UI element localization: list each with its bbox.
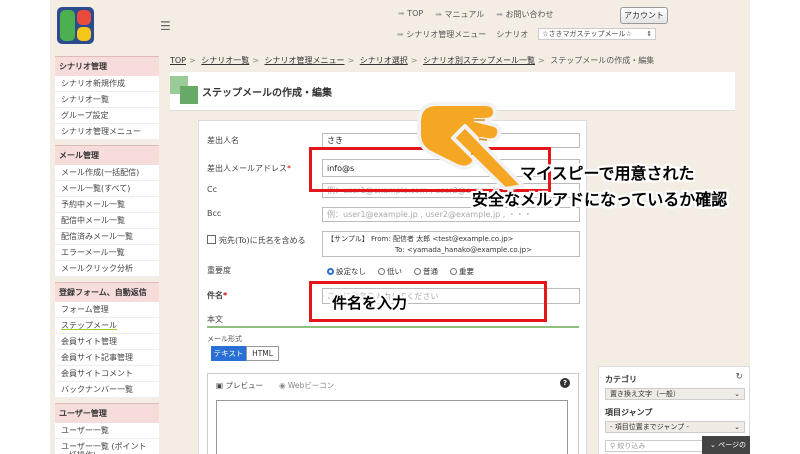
scenario-select-value: ☆さきマガステップメール☆ xyxy=(542,30,632,38)
priority-option-low[interactable]: 低い xyxy=(378,266,402,277)
app-window: ☰ TOP マニュアル お問い合わせ アカウント シナリオ管理メニュー シナリオ… xyxy=(50,0,750,454)
breadcrumb-scenario-list[interactable]: シナリオ一覧 xyxy=(201,56,249,65)
jump-select[interactable]: - 項目位置までジャンプ - ⌄ xyxy=(605,421,745,433)
chevron-updown-icon: ⇕ xyxy=(646,30,653,38)
annotation-email-line2: 安全なメルアドになっているか確認 xyxy=(472,190,728,209)
sidebar-section-users: ユーザー管理 xyxy=(55,403,159,423)
sample-to: To: <yamada_hanako@example.co.jp> xyxy=(395,246,532,254)
preview-button[interactable]: ▣ プレビュー xyxy=(216,380,263,391)
format-html-tab[interactable]: HTML xyxy=(246,346,279,361)
preview-icon: ▣ xyxy=(216,381,224,390)
mail-format-label: メール形式 xyxy=(207,335,242,343)
nav-link-top[interactable]: TOP xyxy=(398,9,423,20)
mail-body-textarea[interactable] xyxy=(216,400,568,454)
bcc-label: Bcc xyxy=(207,209,222,218)
page-jump-button[interactable]: ⌄ ページの xyxy=(702,436,750,454)
sidebar-item-step-mail[interactable]: ステップメール xyxy=(55,318,159,334)
sidebar-section-scenario: シナリオ管理 xyxy=(55,56,159,76)
nav-link-manual[interactable]: マニュアル xyxy=(435,9,485,20)
account-button[interactable]: アカウント xyxy=(620,7,668,24)
breadcrumb-top[interactable]: TOP xyxy=(170,56,186,65)
sidebar-item-new-scenario[interactable]: シナリオ新規作成 xyxy=(55,76,159,92)
chevron-down-icon: ⌄ xyxy=(710,441,716,449)
sample-preview: 【サンプル】 From: 配信者 太郎 <test@example.co.jp>… xyxy=(322,231,580,257)
priority-option-normal[interactable]: 普通 xyxy=(414,266,438,277)
format-text-tab[interactable]: テキスト xyxy=(211,346,246,361)
top-nav: TOP マニュアル お問い合わせ xyxy=(398,9,554,20)
category-select[interactable]: 置き換え文字（一般） ⌄ xyxy=(605,388,745,400)
sub-nav: シナリオ管理メニュー シナリオ ☆さきマガステップメール☆ ⇕ xyxy=(397,28,657,40)
priority-option-high[interactable]: 重要 xyxy=(450,266,474,277)
sidebar-item-backnumbers[interactable]: バックナンバー一覧 xyxy=(55,382,159,398)
body-label: 本文 xyxy=(207,315,223,324)
sidebar-item-user-points[interactable]: ユーザー一覧 (ポイント一括操作) xyxy=(55,439,159,454)
sidebar-item-member-articles[interactable]: 会員サイト記事管理 xyxy=(55,350,159,366)
document-icon[interactable]: ☰ xyxy=(160,19,171,33)
annotation-email-line1: マイスピーで用意された xyxy=(520,164,695,183)
sidebar-item-group-settings[interactable]: グループ設定 xyxy=(55,108,159,124)
include-name-checkbox[interactable] xyxy=(207,235,216,244)
chevron-down-icon: ⌄ xyxy=(734,390,740,398)
scenario-label: シナリオ xyxy=(496,29,529,39)
sidebar-item-member-site[interactable]: 会員サイト管理 xyxy=(55,334,159,350)
sidebar-item-member-comments[interactable]: 会員サイトコメント xyxy=(55,366,159,382)
sidebar-item-mail-sending[interactable]: 配信中メール一覧 xyxy=(55,213,159,229)
chevron-down-icon: ⌄ xyxy=(734,423,740,431)
sidebar-section-forms: 登録フォーム、自動返信 xyxy=(55,282,159,302)
refresh-icon[interactable]: ↻ xyxy=(735,372,743,382)
cc-label: Cc xyxy=(207,185,217,194)
mail-body-editor: ▣ プレビュー ◉ Webビーコン ? xyxy=(207,373,579,454)
sidebar-item-scenario-menu[interactable]: シナリオ管理メニュー xyxy=(55,124,159,140)
sample-from: 【サンプル】 From: 配信者 太郎 <test@example.co.jp> xyxy=(327,235,514,243)
include-name-option[interactable]: 宛先(To)に氏名を含める xyxy=(207,235,306,246)
help-icon[interactable]: ? xyxy=(560,378,570,388)
scenario-select[interactable]: ☆さきマガステップメール☆ ⇕ xyxy=(538,28,657,40)
pointing-hand-icon xyxy=(417,102,525,190)
mail-format-toggle: テキスト HTML xyxy=(211,346,281,361)
sidebar-section-mail: メール管理 xyxy=(55,145,159,165)
sidebar-item-user-list[interactable]: ユーザー一覧 xyxy=(55,423,159,439)
page-title: ステップメールの作成・編集 xyxy=(202,88,332,99)
sidebar-item-scenario-list[interactable]: シナリオ一覧 xyxy=(55,92,159,108)
breadcrumb-scenario-select[interactable]: シナリオ選択 xyxy=(360,56,408,65)
scenario-menu-link[interactable]: シナリオ管理メニュー xyxy=(397,29,486,40)
category-label: カテゴリ xyxy=(605,375,637,384)
sidebar-item-mail-error[interactable]: エラーメール一覧 xyxy=(55,245,159,261)
sidebar-item-mail-create[interactable]: メール作成(一括配信) xyxy=(55,165,159,181)
app-logo[interactable] xyxy=(57,7,94,44)
annotation-subject: 件名を入力 xyxy=(332,294,408,312)
priority-options: 設定なし 低い 普通 重要 xyxy=(327,266,474,277)
jump-label: 項目ジャンプ xyxy=(605,408,653,417)
editor-toolbar: ▣ プレビュー ◉ Webビーコン xyxy=(216,380,334,391)
sidebar-item-mail-sent[interactable]: 配信済みメール一覧 xyxy=(55,229,159,245)
sidebar-item-form-manage[interactable]: フォーム管理 xyxy=(55,302,159,318)
breadcrumb: TOP > シナリオ一覧 > シナリオ管理メニュー > シナリオ選択 > シナリオ別ステ… xyxy=(170,56,655,65)
priority-label: 重要度 xyxy=(207,266,231,275)
breadcrumb-scenario-menu[interactable]: シナリオ管理メニュー xyxy=(265,56,345,65)
page-title-icon xyxy=(170,76,200,106)
priority-option-none[interactable]: 設定なし xyxy=(327,266,366,277)
include-name-row: 宛先(To)に氏名を含める 【サンプル】 From: 配信者 太郎 <test@… xyxy=(207,231,580,257)
sidebar-item-mail-reserved[interactable]: 予約中メール一覧 xyxy=(55,197,159,213)
webbeacon-button[interactable]: ◉ Webビーコン xyxy=(279,380,334,391)
sidebar-item-mail-click[interactable]: メールクリック分析 xyxy=(55,261,159,277)
sender-name-label: 差出人名 xyxy=(207,136,239,145)
search-icon: ⚲ xyxy=(610,442,616,450)
sender-email-label: 差出人メールアドレス* xyxy=(207,164,291,173)
breadcrumb-step-list[interactable]: シナリオ別ステップメール一覧 xyxy=(423,56,535,65)
nav-link-contact[interactable]: お問い合わせ xyxy=(496,9,554,20)
breadcrumb-current: ステップメールの作成・編集 xyxy=(550,56,655,65)
sidebar: シナリオ管理 シナリオ新規作成 シナリオ一覧 グループ設定 シナリオ管理メニュー… xyxy=(55,56,159,454)
beacon-icon: ◉ xyxy=(278,381,286,390)
priority-row: 重要度 設定なし 低い 普通 重要 xyxy=(207,263,579,279)
subject-label: 件名* xyxy=(207,291,228,300)
sidebar-item-mail-all[interactable]: メール一覧(すべて) xyxy=(55,181,159,197)
